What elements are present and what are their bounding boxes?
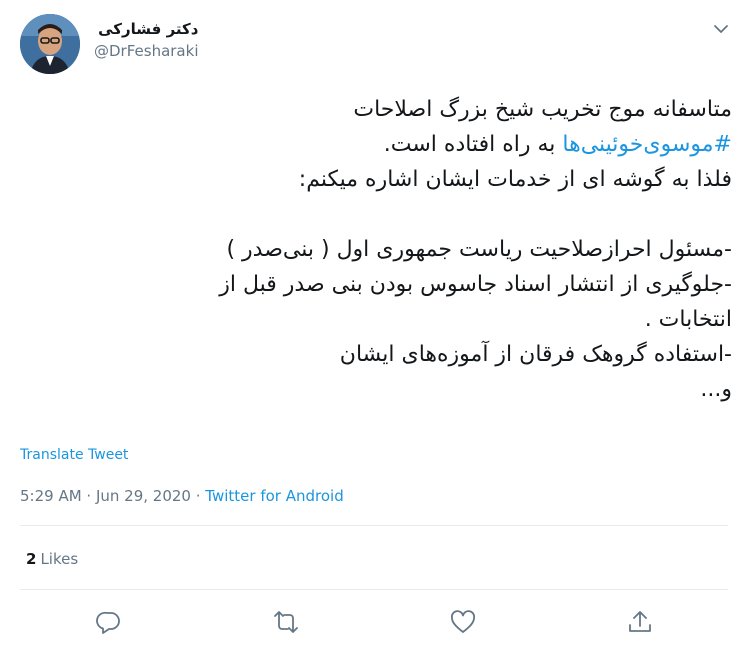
tweet-line: -جلوگیری از انتشار اسناد جاسوس بودن بنی … [219, 272, 732, 297]
meta-separator: · [81, 487, 96, 505]
share-icon[interactable] [626, 608, 654, 636]
tweet-line: -استفاده گروهک فرقان از آموزه‌های ایشان [339, 342, 732, 367]
user-names: دکتر فشارکی @DrFesharaki [94, 20, 198, 60]
avatar[interactable] [20, 14, 80, 74]
meta-separator: · [190, 487, 206, 505]
heart-icon[interactable] [449, 608, 477, 636]
tweet-time[interactable]: 5:29 AM [20, 487, 82, 505]
display-name[interactable]: دکتر فشارکی [94, 20, 198, 38]
divider [20, 525, 728, 526]
tweet-line: انتخابات . [644, 307, 732, 332]
tweet-line: -مسئول احرازصلاحیت ریاست جمهوری اول ( بن… [226, 237, 732, 262]
tweet-date[interactable]: Jun 29, 2020 [96, 487, 191, 505]
tweet-header: دکتر فشارکی @DrFesharaki [20, 14, 732, 76]
likes-stat[interactable]: 2 Likes [26, 550, 78, 568]
hashtag-link[interactable]: #موسوی‌خوئینی‌ها [562, 132, 732, 157]
tweet-source[interactable]: Twitter for Android [205, 487, 343, 505]
tweet-line: فلذا به گوشه ای از خدمات ایشان اشاره میک… [298, 167, 732, 192]
reply-icon[interactable] [95, 608, 123, 636]
chevron-down-icon[interactable] [712, 20, 730, 38]
tweet-line: متاسفانه موج تخریب شیخ بزرگ اصلاحات [353, 97, 732, 122]
likes-label: Likes [40, 550, 79, 568]
divider [20, 589, 728, 590]
retweet-icon[interactable] [272, 608, 300, 636]
avatar-photo [20, 14, 80, 74]
translate-tweet-link[interactable]: Translate Tweet [20, 447, 128, 463]
tweet-meta: 5:29 AM · Jun 29, 2020 · Twitter for And… [20, 487, 344, 505]
user-handle[interactable]: @DrFesharaki [94, 42, 198, 60]
tweet-text: متاسفانه موج تخریب شیخ بزرگ اصلاحات #موس… [20, 92, 732, 407]
tweet-line: #موسوی‌خوئینی‌ها به راه افتاده است. [20, 127, 732, 162]
likes-count: 2 [26, 550, 37, 568]
tweet-line: و... [700, 377, 732, 402]
tweet-line-text: به راه افتاده است. [383, 132, 563, 157]
